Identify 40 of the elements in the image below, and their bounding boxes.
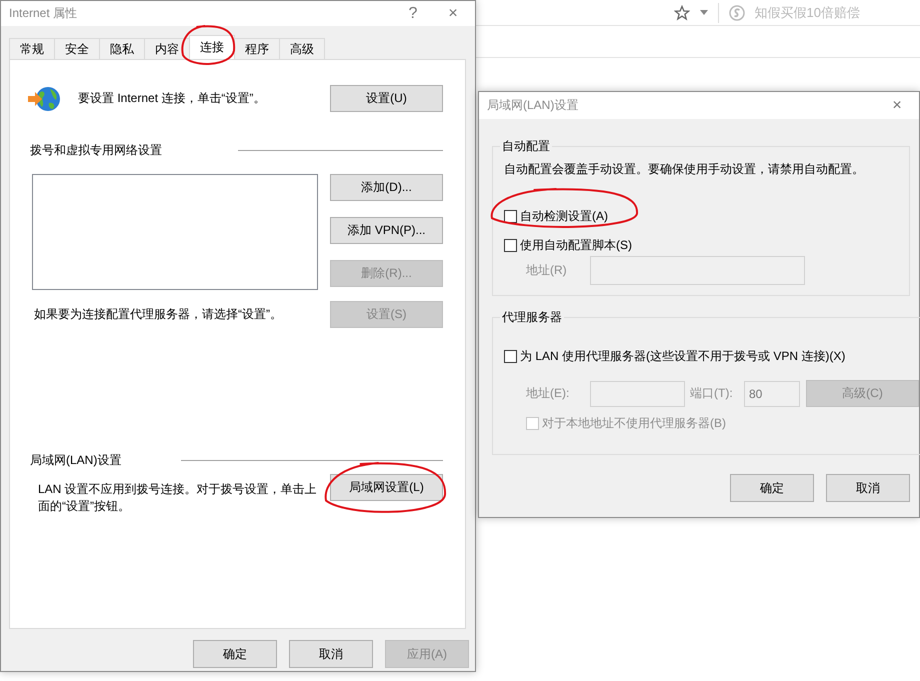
window-title: Internet 属性 bbox=[9, 5, 78, 22]
checkbox-label: 使用自动配置脚本(S) bbox=[520, 237, 632, 254]
button[interactable]: 取消 bbox=[826, 474, 910, 502]
help-button[interactable]: ? bbox=[399, 4, 427, 22]
tab[interactable]: 常规 bbox=[9, 38, 55, 59]
close-button[interactable]: × bbox=[883, 96, 911, 114]
setup-button[interactable]: 设置(U) bbox=[330, 85, 443, 112]
checkbox[interactable] bbox=[504, 210, 517, 223]
group-title: 代理服务器 bbox=[501, 309, 563, 326]
address-field[interactable] bbox=[590, 380, 685, 406]
tab[interactable]: 连接 bbox=[189, 35, 235, 59]
proxy-hint: 如果要为连接配置代理服务器，请选择“设置”。 bbox=[34, 306, 282, 323]
checkbox-label: 对于本地地址不使用代理服务器(B) bbox=[542, 415, 726, 432]
checkbox[interactable] bbox=[504, 239, 517, 252]
window-title: 局域网(LAN)设置 bbox=[487, 97, 580, 114]
button[interactable]: 添加 VPN(P)... bbox=[330, 217, 443, 244]
star-icon[interactable] bbox=[674, 4, 690, 20]
field-label: 地址(R) bbox=[526, 262, 568, 279]
field-label: 端口(T): bbox=[690, 385, 734, 402]
button[interactable]: 添加(D)... bbox=[330, 174, 443, 201]
button[interactable]: 确定 bbox=[730, 474, 814, 502]
section-title: 局域网(LAN)设置 bbox=[30, 452, 122, 468]
button[interactable]: 取消 bbox=[289, 640, 373, 668]
tab[interactable]: 高级 bbox=[279, 38, 325, 59]
close-button[interactable]: × bbox=[439, 4, 467, 22]
checkbox-label: 为 LAN 使用代理服务器(这些设置不用于拨号或 VPN 连接)(X) bbox=[520, 348, 846, 365]
logo-icon bbox=[728, 4, 745, 20]
globe-icon bbox=[28, 86, 62, 112]
lan-settings-button[interactable]: 局域网设置(L) bbox=[330, 474, 443, 501]
group-title: 自动配置 bbox=[501, 138, 551, 155]
section-title: 拨号和虚拟专用网络设置 bbox=[30, 142, 162, 158]
setup-prompt: 要设置 Internet 连接，单击“设置”。 bbox=[78, 90, 266, 107]
caret-icon[interactable] bbox=[700, 10, 708, 15]
group-description: 自动配置会覆盖手动设置。要确保使用手动设置，请禁用自动配置。 bbox=[504, 161, 865, 178]
connection-list[interactable] bbox=[32, 174, 318, 290]
lan-description: LAN 设置不应用到拨号连接。对于拨号设置，单击上面的“设置”按钮。 bbox=[38, 481, 318, 515]
checkbox-label: 自动检测设置(A) bbox=[520, 208, 608, 225]
field-label: 地址(E): bbox=[526, 385, 570, 402]
button[interactable]: 确定 bbox=[193, 640, 277, 668]
checkbox[interactable] bbox=[504, 350, 517, 363]
